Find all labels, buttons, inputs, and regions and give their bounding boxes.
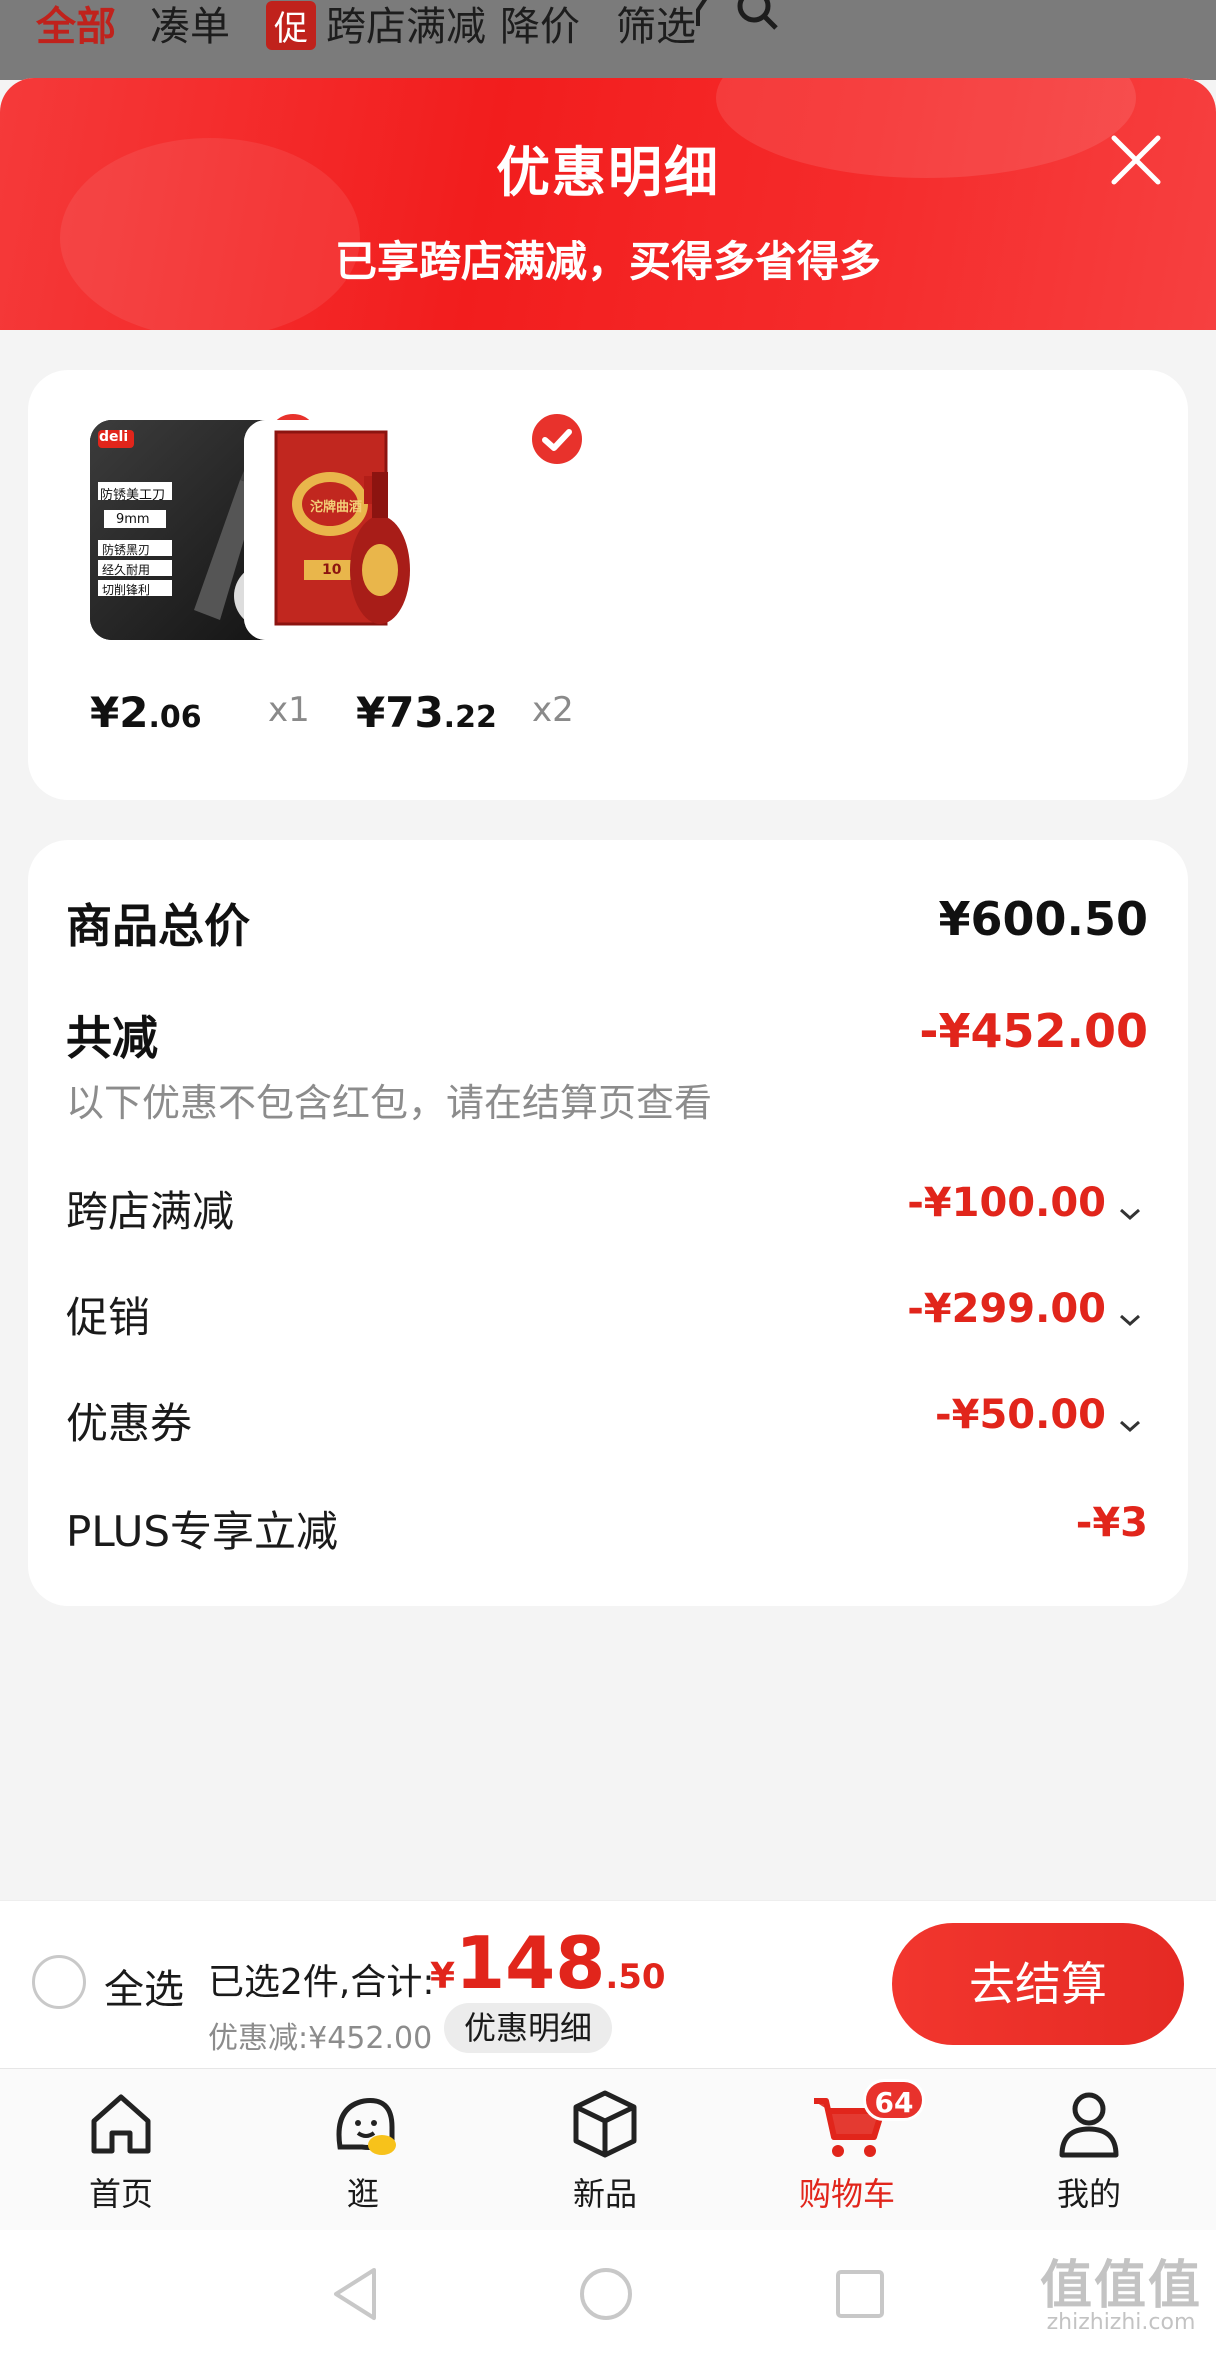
discount-detail-sheet: 优惠明细 已享跨店满减，买得多省得多 deli 防锈美工刀 9mm 防锈黑刃 经…: [0, 78, 1216, 1900]
discount-summary: 优惠减:¥452.00: [208, 2021, 433, 2056]
product-price: ¥73.22: [356, 688, 497, 737]
tab-all[interactable]: 全部: [36, 0, 116, 52]
tab-price-drop[interactable]: 降价: [500, 0, 580, 52]
nav-label: 逛: [346, 2175, 379, 2213]
total-amount: ¥148.50: [430, 1921, 666, 2005]
home-icon: [91, 2094, 151, 2154]
tab-bundle[interactable]: 凑单: [150, 0, 230, 52]
selected-count-text: 已选2件,合计:: [208, 1962, 435, 2003]
nav-label: 购物车: [798, 2175, 895, 2213]
search-icon[interactable]: [736, 0, 780, 42]
chevron-down-icon[interactable]: [1118, 1206, 1142, 1221]
user-icon: [1059, 2092, 1119, 2158]
back-icon[interactable]: [330, 2266, 380, 2322]
product-image-liquor[interactable]: 沱牌曲酒 10: [244, 420, 464, 640]
sheet-subtitle: 已享跨店满减，买得多省得多: [334, 237, 881, 286]
chevron-down-icon[interactable]: [1118, 1418, 1142, 1433]
tab-filter[interactable]: 筛选: [616, 0, 696, 52]
product-price: ¥2.06: [90, 688, 202, 737]
filter-bar: 全部 凑单 促跨店满减 降价 筛选: [0, 0, 1216, 80]
product-feature: 防锈黑刃: [102, 543, 151, 557]
price-dec: .22: [443, 700, 497, 735]
discount-label-promotion: 促销: [66, 1293, 151, 1342]
discount-value-coupon[interactable]: -¥50.00: [935, 1392, 1106, 1438]
watermark: 值值值 zhizhizhi.com: [1040, 2260, 1202, 2334]
cart-count-badge: 64: [863, 2079, 925, 2121]
total-yen: ¥: [430, 1956, 456, 1997]
price-summary-card: 商品总价 ¥600.50 共减 -¥452.00 以下优惠不包含红包，请在结算页…: [28, 840, 1188, 1606]
product-label: 沱牌曲酒: [310, 500, 363, 515]
product-qty: x1: [268, 690, 310, 730]
chevron-down-icon[interactable]: [1118, 1312, 1142, 1327]
nav-label: 首页: [88, 2175, 153, 2213]
promo-tag: 促: [266, 1, 316, 50]
discount-detail-button[interactable]: 优惠明细: [444, 2003, 613, 2053]
nav-item-browse[interactable]: 逛: [283, 2069, 443, 2231]
total-reduction-value: -¥452.00: [919, 1004, 1148, 1058]
nav-item-home[interactable]: 首页: [41, 2069, 201, 2231]
select-all-radio[interactable]: [32, 1955, 86, 2009]
nav-label: 我的: [1056, 2175, 1121, 2213]
discount-label-coupon: 优惠券: [66, 1399, 193, 1448]
nav-item-cart[interactable]: 64 购物车: [767, 2069, 927, 2231]
home-circle-icon[interactable]: [578, 2266, 634, 2322]
selected-check-icon: [528, 410, 586, 468]
product-qty: x2: [532, 690, 574, 730]
close-icon[interactable]: [1108, 132, 1164, 188]
product-spec: 9mm: [116, 512, 150, 527]
product-age: 10: [322, 562, 342, 578]
price-dec: .06: [148, 700, 202, 735]
total-reduction-label: 共减: [66, 1011, 158, 1065]
sheet-header: 优惠明细 已享跨店满减，买得多省得多: [0, 78, 1216, 330]
product-feature: 切削锋利: [102, 583, 151, 597]
watermark-logo: 值值值: [1039, 2256, 1202, 2316]
price-int: ¥73: [356, 688, 444, 737]
total-price-label: 商品总价: [66, 899, 250, 953]
discount-value-cross-store[interactable]: -¥100.00: [907, 1180, 1106, 1226]
box-icon: [573, 2090, 637, 2158]
nav-item-new[interactable]: 新品: [525, 2069, 685, 2231]
recents-icon[interactable]: [834, 2268, 886, 2320]
discount-label-cross-store: 跨店满减: [66, 1187, 235, 1236]
discount-label-plus: PLUS专享立减: [66, 1507, 339, 1556]
sheet-title: 优惠明细: [496, 141, 720, 204]
reduction-note: 以下优惠不包含红包，请在结算页查看: [66, 1081, 713, 1125]
system-nav-bar: [0, 2230, 1216, 2359]
product-feature: 经久耐用: [102, 563, 151, 577]
watermark-domain: zhizhizhi.com: [1046, 2310, 1196, 2335]
tab-cross-store-label: 跨店满减: [326, 4, 486, 50]
checkout-button[interactable]: 去结算: [892, 1923, 1184, 2045]
product-label: 防锈美工刀: [100, 488, 166, 503]
checkout-bar: 全选 已选2件,合计: ¥148.50 优惠减:¥452.00 优惠明细 去结算: [0, 1900, 1216, 2068]
price-int: ¥2: [90, 688, 149, 737]
total-int: 148: [455, 1921, 606, 2005]
selected-products-card: deli 防锈美工刀 9mm 防锈黑刃 经久耐用 切削锋利 沱牌曲酒 10 ¥2…: [28, 370, 1188, 800]
brand-logo: deli: [99, 429, 129, 445]
filter-icon[interactable]: [690, 0, 710, 42]
total-price-value: ¥600.50: [938, 892, 1148, 946]
discount-value-plus: -¥3: [1075, 1500, 1148, 1546]
select-all-label[interactable]: 全选: [104, 1957, 184, 2015]
tab-cross-store[interactable]: 促跨店满减: [266, 0, 486, 52]
total-dec: .50: [605, 1957, 666, 1997]
browse-mascot-icon: [336, 2098, 396, 2155]
nav-item-me[interactable]: 我的: [1009, 2069, 1169, 2231]
bottom-nav: 首页 逛 新品 64 购物车 我的: [0, 2068, 1216, 2230]
nav-label: 新品: [572, 2175, 637, 2213]
discount-value-promotion[interactable]: -¥299.00: [907, 1286, 1106, 1332]
